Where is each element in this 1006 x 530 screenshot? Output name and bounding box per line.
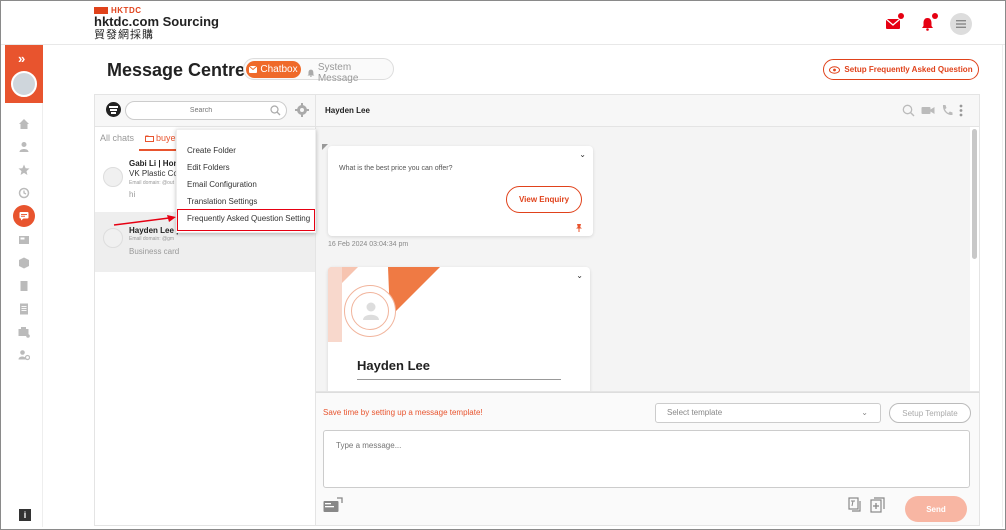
contact-avatar	[103, 228, 123, 248]
product-icon[interactable]	[17, 256, 31, 270]
video-call-icon[interactable]	[921, 104, 935, 117]
menu-item-edit-folders[interactable]: Edit Folders	[187, 163, 230, 172]
tab-system-label: System Message	[317, 62, 359, 84]
active-tab-underline	[139, 149, 179, 151]
sidebar-top: »	[5, 45, 43, 103]
setup-faq-button[interactable]: Setup Frequently Asked Question	[823, 59, 979, 80]
add-file-icon[interactable]	[870, 497, 885, 513]
search-icon[interactable]	[902, 104, 915, 117]
message-composer: Save time by setting up a message templa…	[316, 392, 980, 526]
page-title: Message Centre	[107, 60, 246, 80]
conversation-header: Hayden Lee	[316, 95, 979, 127]
site-logo[interactable]: HKTDC hktdc.com Sourcing 貿發網採購	[94, 5, 219, 42]
mail-badge	[898, 13, 904, 19]
bell-badge	[932, 13, 938, 19]
history-icon[interactable]	[17, 186, 31, 200]
user-icon[interactable]	[17, 140, 31, 154]
search-box	[125, 101, 287, 120]
business-card-icon[interactable]	[323, 497, 343, 513]
message-input-box	[323, 430, 970, 488]
search-input[interactable]	[136, 102, 266, 119]
gear-icon[interactable]	[295, 103, 309, 117]
menu-item-faq-setting[interactable]: Frequently Asked Question Setting	[187, 214, 310, 223]
menu-item-create-folder[interactable]: Create Folder	[187, 146, 236, 155]
translate-icon[interactable]	[848, 497, 862, 513]
expand-sidebar-icon[interactable]: »	[18, 51, 25, 66]
inbox-icon[interactable]	[17, 233, 31, 247]
user-settings-icon[interactable]	[17, 348, 31, 362]
site-name-cn: 貿發網採購	[94, 29, 154, 41]
settings-dropdown-menu: Create Folder Edit Folders Email Configu…	[176, 129, 316, 233]
eye-settings-icon	[829, 65, 841, 74]
more-options-icon[interactable]	[959, 104, 963, 117]
info-icon[interactable]: i	[19, 509, 31, 521]
bell-icon[interactable]	[916, 13, 938, 35]
red-arrow-annotation	[113, 215, 176, 226]
mail-icon[interactable]	[882, 13, 904, 35]
chevron-down-icon[interactable]: ⌄	[579, 150, 586, 159]
composer-tools	[848, 497, 885, 513]
setup-faq-label: Setup Frequently Asked Question	[844, 65, 973, 74]
chevron-down-icon: ⌄	[861, 408, 868, 417]
template-hint: Save time by setting up a message templa…	[323, 408, 483, 417]
tab-chatbox-label: Chatbox	[260, 64, 298, 75]
top-header: HKTDC hktdc.com Sourcing 貿發網採購	[1, 1, 1005, 45]
left-sidebar: » i	[5, 45, 43, 527]
pin-icon[interactable]	[575, 223, 583, 232]
view-enquiry-button[interactable]: View Enquiry	[506, 186, 582, 213]
template-select-placeholder: Select template	[667, 408, 723, 417]
enquiry-text: What is the best price you can offer?	[339, 165, 453, 172]
last-message: Business card	[129, 247, 180, 256]
search-icon[interactable]	[270, 105, 281, 116]
contact-avatar	[103, 167, 123, 187]
menu-item-email-configuration[interactable]: Email Configuration	[187, 180, 257, 189]
message-thread: ⌄ What is the best price you can offer? …	[316, 127, 970, 391]
home-icon[interactable]	[17, 117, 31, 131]
order-icon[interactable]	[17, 325, 31, 339]
thread-scrollbar[interactable]	[972, 129, 977, 259]
contact-email-domain: Email domain: @gm	[129, 236, 175, 242]
send-button[interactable]: Send	[905, 496, 967, 522]
tab-all-chats[interactable]: All chats	[100, 133, 134, 143]
site-name: hktdc.com Sourcing	[94, 14, 219, 29]
menu-icon[interactable]	[950, 13, 972, 35]
star-icon[interactable]	[17, 163, 31, 177]
message-input[interactable]	[324, 431, 969, 487]
card-contact-name: Hayden Lee	[357, 358, 430, 373]
tab-chatbox[interactable]: Chatbox	[246, 61, 301, 78]
card-avatar-ring	[344, 285, 396, 337]
card-divider	[357, 379, 561, 380]
contact-email-domain: Email domain: @out	[129, 180, 175, 186]
tab-system-message[interactable]: System Message	[307, 62, 393, 84]
app-window: HKTDC hktdc.com Sourcing 貿發網採購 » i Messa…	[0, 0, 1006, 530]
enquiry-message-bubble: ⌄ What is the best price you can offer? …	[322, 144, 593, 236]
catalog-icon[interactable]	[17, 279, 31, 293]
chat-list-header	[95, 95, 315, 127]
hktdc-flag-icon	[94, 6, 108, 14]
envelope-icon	[249, 66, 258, 73]
filter-icon[interactable]	[106, 102, 121, 117]
card-avatar-icon	[363, 302, 379, 320]
phone-icon[interactable]	[941, 104, 953, 117]
conversation-tools	[902, 104, 963, 117]
conversation-contact-name: Hayden Lee	[325, 106, 370, 115]
last-message: hi	[129, 190, 136, 199]
folder-icon	[145, 135, 154, 142]
message-tabs: Chatbox System Message	[243, 58, 394, 84]
message-timestamp: 16 Feb 2024 03:04:34 pm	[328, 241, 409, 248]
template-select[interactable]: Select template ⌄	[655, 403, 881, 423]
bell-small-icon	[307, 69, 315, 77]
setup-template-button[interactable]: Setup Template	[889, 403, 971, 423]
menu-item-translation-settings[interactable]: Translation Settings	[187, 197, 257, 206]
chat-icon[interactable]	[13, 205, 35, 227]
business-card-message[interactable]: ⌄ Hayden Lee	[328, 267, 590, 391]
tab-buyer[interactable]: buyer	[145, 133, 179, 143]
contact-name: Gabi Li | Hon	[129, 159, 179, 168]
document-icon[interactable]	[17, 302, 31, 316]
user-avatar[interactable]	[11, 71, 37, 97]
contact-company: VK Plastic Co	[129, 169, 178, 178]
conversation-panel: Hayden Lee ⌄ What is the best price you …	[316, 94, 980, 392]
